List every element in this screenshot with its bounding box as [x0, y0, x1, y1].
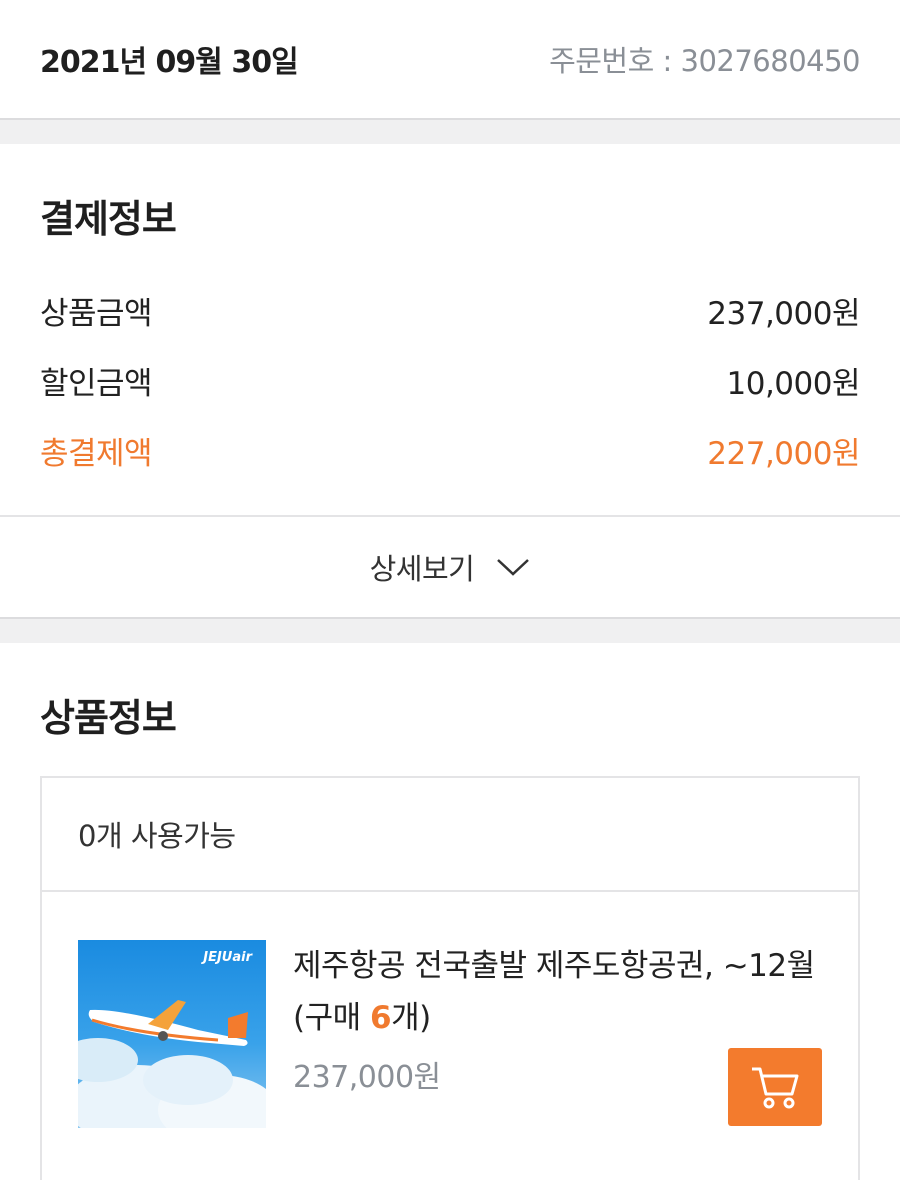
discount-amount-label: 할인금액 [40, 365, 153, 402]
purchase-prefix: (구매 [293, 1000, 370, 1036]
purchase-quantity: 6 [370, 1000, 392, 1036]
order-date: 2021년 09월 30일 [40, 45, 299, 80]
section-separator [0, 617, 900, 643]
total-payment-label: 총결제액 [40, 435, 153, 472]
product-amount-row: 상품금액 237,000원 [40, 275, 860, 345]
payment-title: 결제정보 [40, 197, 177, 241]
product-title: 상품정보 [40, 696, 177, 740]
cart-icon [752, 1067, 799, 1109]
airplane-image [78, 1000, 266, 1128]
view-details-button[interactable]: 상세보기 [0, 517, 900, 617]
order-header: 2021년 09월 30일 주문번호 : 3027680450 [0, 0, 900, 118]
view-details-label: 상세보기 [369, 552, 475, 586]
availability-text: 0개 사용가능 [42, 778, 858, 892]
add-to-cart-button[interactable] [728, 1048, 822, 1126]
product-item[interactable]: JEJUair 제주항공 전국출발 제주도항공권, ~12월 (구매 6개) 2… [42, 892, 858, 1128]
payment-rows: 상품금액 237,000원 할인금액 10,000원 총결제액 227,000원 [40, 275, 860, 485]
order-number: 주문번호 : 3027680450 [549, 44, 860, 78]
purchase-suffix: 개) [391, 1000, 431, 1036]
discount-amount-value: 10,000원 [726, 365, 861, 402]
discount-amount-row: 할인금액 10,000원 [40, 345, 860, 415]
product-name-text: 제주항공 전국출발 제주도항공권, ~12월 [293, 948, 815, 984]
section-separator [0, 118, 900, 144]
product-section: 상품정보 0개 사용가능 JEJUair 제주항공 전국출발 제주도항공권, ~… [0, 643, 900, 1180]
chevron-down-icon [497, 559, 530, 576]
product-amount-value: 237,000원 [707, 295, 860, 332]
total-payment-row: 총결제액 227,000원 [40, 415, 860, 485]
payment-section: 결제정보 상품금액 237,000원 할인금액 10,000원 총결제액 227… [0, 144, 900, 515]
product-card: 0개 사용가능 JEJUair 제주항공 전국출발 제주도항공권, ~12월 (… [40, 776, 860, 1180]
image-brand-text: JEJUair [203, 950, 252, 965]
product-amount-label: 상품금액 [40, 295, 153, 332]
product-image[interactable]: JEJUair [78, 940, 266, 1128]
product-name: 제주항공 전국출발 제주도항공권, ~12월 (구매 6개) [293, 940, 822, 1044]
total-payment-value: 227,000원 [707, 435, 860, 472]
